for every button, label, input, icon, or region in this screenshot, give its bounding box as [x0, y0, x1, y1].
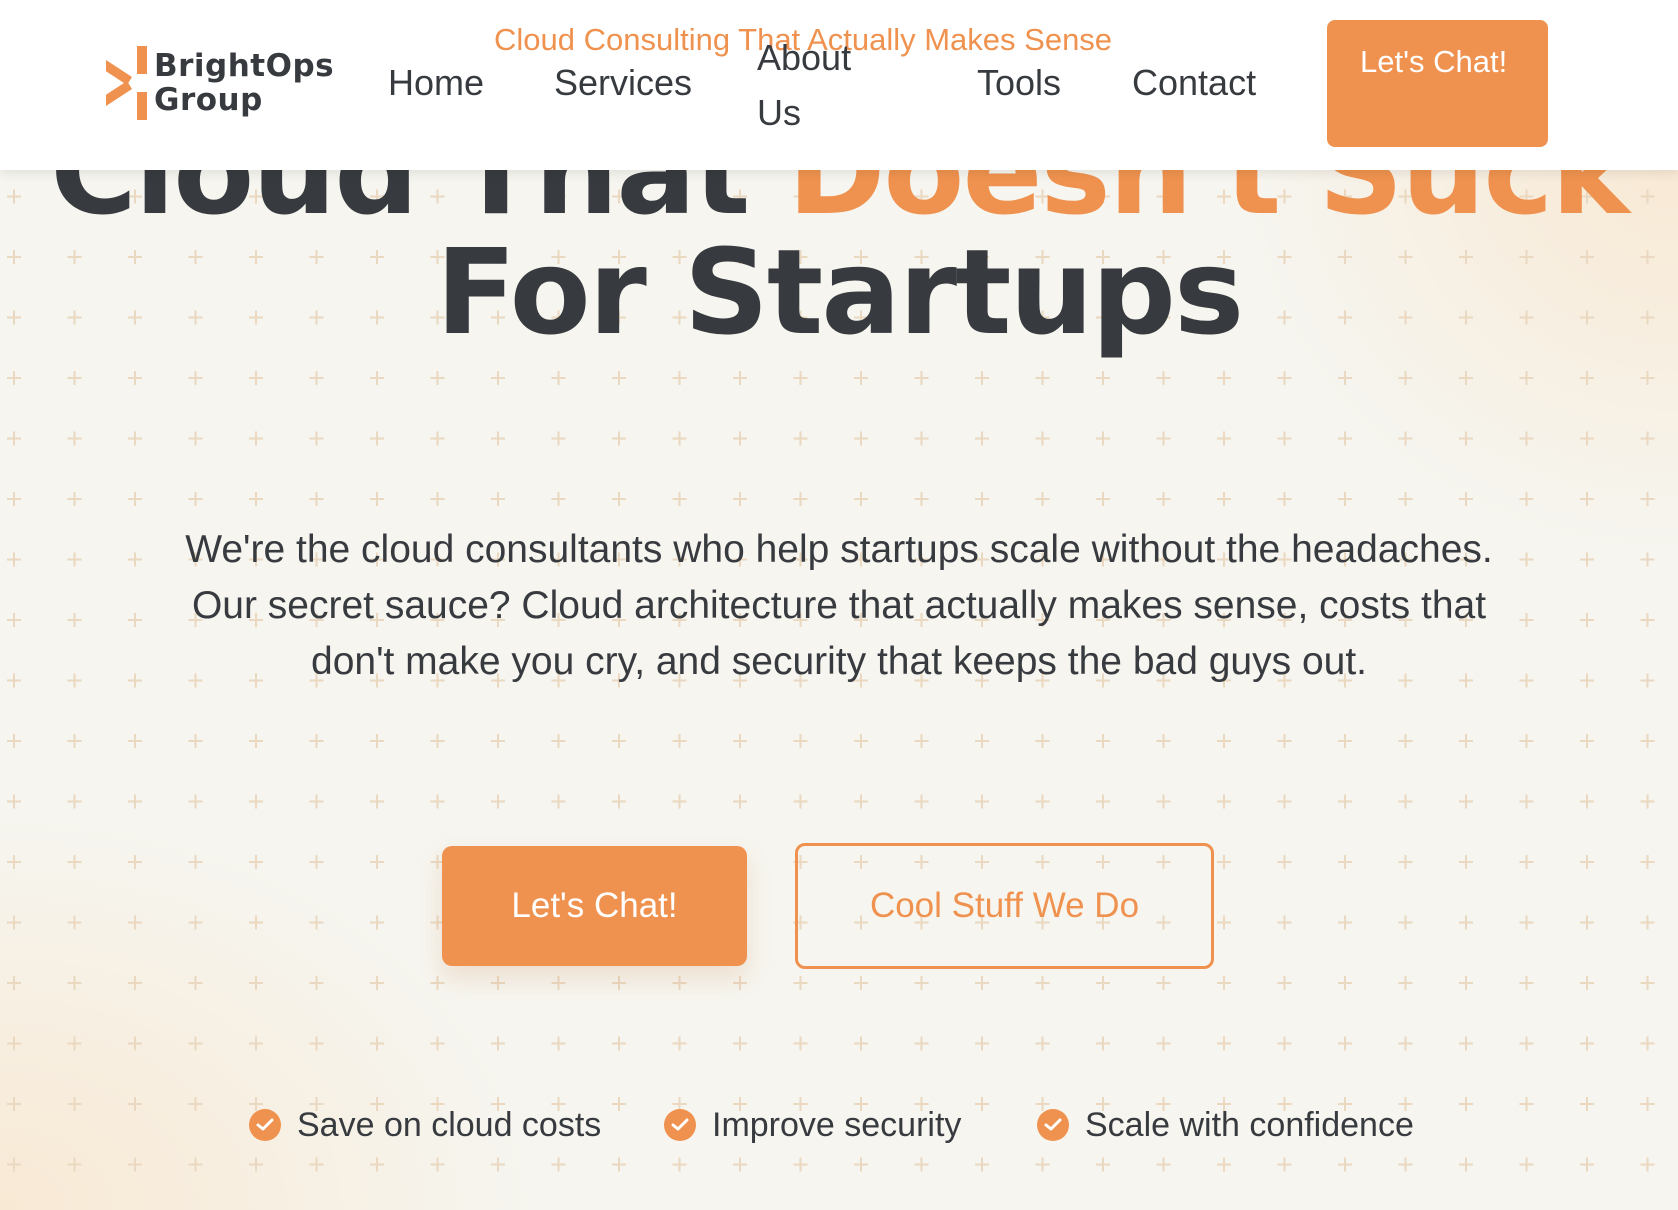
- feature-item: Improve security: [664, 1100, 961, 1150]
- brand-name-line1: BrightOps: [154, 48, 335, 84]
- nav-about-us[interactable]: About Us: [757, 30, 867, 140]
- header-chat-button[interactable]: Let's Chat!: [1327, 20, 1548, 147]
- brand-logo-icon: [104, 46, 150, 120]
- feature-label: Improve security: [712, 1105, 962, 1144]
- services-button[interactable]: Cool Stuff We Do: [795, 843, 1214, 969]
- hero-subtitle: We're the cloud consultants who help sta…: [185, 528, 1493, 683]
- chat-button[interactable]: Let's Chat!: [442, 846, 747, 966]
- feature-item: Save on cloud costs: [249, 1100, 601, 1150]
- check-circle-icon: [1037, 1109, 1069, 1141]
- brand-name-line2: Group: [154, 82, 263, 118]
- feature-label: Save on cloud costs: [297, 1105, 602, 1144]
- check-circle-icon: [249, 1109, 281, 1141]
- brand-logo[interactable]: BrightOps Group: [104, 46, 334, 120]
- nav-contact[interactable]: Contact: [1132, 62, 1256, 104]
- feature-list: Save on cloud costs Improve security Sca…: [0, 1100, 1678, 1150]
- nav-home[interactable]: Home: [388, 62, 484, 104]
- feature-label: Scale with confidence: [1085, 1105, 1414, 1144]
- nav-services[interactable]: Services: [554, 62, 692, 104]
- check-circle-icon: [664, 1109, 696, 1141]
- nav-tools[interactable]: Tools: [977, 62, 1061, 104]
- site-header: BrightOps Group Cloud Consulting That Ac…: [0, 0, 1678, 170]
- brand-name: BrightOps Group: [154, 49, 334, 117]
- feature-item: Scale with confidence: [1037, 1100, 1414, 1150]
- hero-title-line2: For Startups: [435, 223, 1245, 361]
